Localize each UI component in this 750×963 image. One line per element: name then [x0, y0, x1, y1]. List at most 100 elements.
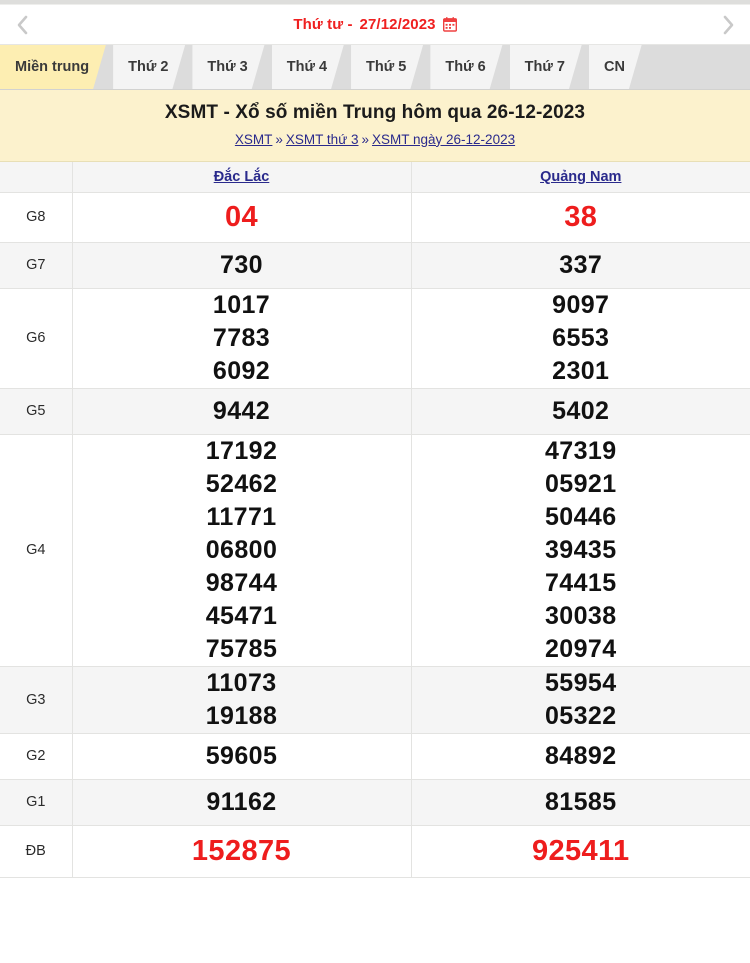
- table-row: G6101777836092909765532301: [0, 288, 750, 388]
- number-group: 59605: [73, 740, 411, 773]
- lottery-number: 2301: [412, 355, 750, 388]
- lottery-number: 5402: [412, 395, 750, 428]
- number-group: 1107319188: [73, 667, 411, 733]
- number-group: 47319059215044639435744153003820974: [412, 435, 750, 666]
- tab-label: Thứ 5: [366, 59, 406, 75]
- prize-column-header: [0, 162, 72, 192]
- tab-label: Thứ 2: [128, 59, 168, 75]
- table-row: ĐB152875925411: [0, 825, 750, 877]
- lottery-number: 337: [412, 249, 750, 282]
- prize-cell-quang-nam-g2: 84892: [411, 733, 750, 779]
- table-row: G7730337: [0, 242, 750, 288]
- breadcrumb-link-2[interactable]: XSMT thứ 3: [286, 132, 359, 147]
- previous-day-arrow-icon[interactable]: [2, 5, 42, 45]
- next-day-arrow-icon[interactable]: [708, 5, 748, 45]
- lottery-number: 925411: [412, 832, 750, 870]
- tab-thứ-6[interactable]: Thứ 6: [430, 45, 502, 89]
- prize-cell-quang-nam-g7: 337: [411, 242, 750, 288]
- prize-cell-quang-nam-g4: 47319059215044639435744153003820974: [411, 434, 750, 666]
- breadcrumb-link-1[interactable]: XSMT: [235, 132, 273, 147]
- tab-label: Thứ 6: [445, 59, 485, 75]
- prize-cell-quang-nam-db: 925411: [411, 825, 750, 877]
- tab-bar-filler: [649, 45, 750, 89]
- province-link-dac-lac[interactable]: Đắc Lắc: [214, 169, 270, 185]
- table-row: G80438: [0, 192, 750, 242]
- lottery-number: 74415: [412, 567, 750, 600]
- lottery-number: 84892: [412, 740, 750, 773]
- day-tab-bar: Miền trung Thứ 2 Thứ 3 Thứ 4 Thứ 5 Thứ 6 Thứ 7…: [0, 45, 750, 90]
- table-row: G594425402: [0, 388, 750, 434]
- lottery-number: 05322: [412, 700, 750, 733]
- prize-label-g2: G2: [0, 733, 72, 779]
- page-header-band: XSMT - Xổ số miền Trung hôm qua 26-12-20…: [0, 90, 750, 162]
- lottery-number: 50446: [412, 501, 750, 534]
- province-header-dac-lac: Đắc Lắc: [72, 162, 411, 192]
- number-group: 337: [412, 249, 750, 282]
- tab-thứ-5[interactable]: Thứ 5: [351, 45, 423, 89]
- prize-cell-dac-lac-g7: 730: [72, 242, 411, 288]
- table-row: G25960584892: [0, 733, 750, 779]
- tab-thứ-2[interactable]: Thứ 2: [113, 45, 185, 89]
- number-group: 5402: [412, 395, 750, 428]
- number-group: 730: [73, 249, 411, 282]
- prize-cell-dac-lac-g3: 1107319188: [72, 666, 411, 733]
- tab-label: Thứ 3: [207, 59, 247, 75]
- table-header-row: Đắc Lắc Quảng Nam: [0, 162, 750, 192]
- prize-label-g1: G1: [0, 779, 72, 825]
- number-group: 152875: [73, 832, 411, 870]
- tab-label: CN: [604, 59, 625, 75]
- tab-thứ-4[interactable]: Thứ 4: [272, 45, 344, 89]
- number-group: 84892: [412, 740, 750, 773]
- number-group: 17192524621177106800987444547175785: [73, 435, 411, 666]
- number-group: 5595405322: [412, 667, 750, 733]
- number-group: 38: [412, 198, 750, 236]
- tab-label: Thứ 7: [525, 59, 565, 75]
- table-row: G311073191885595405322: [0, 666, 750, 733]
- breadcrumb-separator: »: [361, 132, 369, 147]
- weekday-text: Thứ tư -: [293, 16, 352, 33]
- tab-thứ-3[interactable]: Thứ 3: [192, 45, 264, 89]
- prize-cell-quang-nam-g8: 38: [411, 192, 750, 242]
- table-row: G19116281585: [0, 779, 750, 825]
- table-row: G417192524621177106800987444547175785473…: [0, 434, 750, 666]
- prize-label-g3: G3: [0, 666, 72, 733]
- lottery-number: 17192: [73, 435, 411, 468]
- lottery-number: 152875: [73, 832, 411, 870]
- lottery-number: 91162: [73, 786, 411, 819]
- prize-cell-dac-lac-g6: 101777836092: [72, 288, 411, 388]
- date-text: 27/12/2023: [360, 16, 436, 33]
- prize-cell-quang-nam-g1: 81585: [411, 779, 750, 825]
- breadcrumb-separator: »: [275, 132, 283, 147]
- date-navigation-bar: Thứ tư - 27/12/2023: [0, 5, 750, 45]
- prize-cell-quang-nam-g3: 5595405322: [411, 666, 750, 733]
- prize-cell-dac-lac-db: 152875: [72, 825, 411, 877]
- tab-cn[interactable]: CN: [589, 45, 642, 89]
- breadcrumb: XSMT»XSMT thứ 3»XSMT ngày 26-12-2023: [0, 131, 750, 149]
- province-link-quang-nam[interactable]: Quảng Nam: [540, 169, 621, 185]
- prize-label-g4: G4: [0, 434, 72, 666]
- lottery-number: 11073: [73, 667, 411, 700]
- lottery-number: 04: [73, 198, 411, 236]
- prize-cell-dac-lac-g5: 9442: [72, 388, 411, 434]
- lottery-number: 52462: [73, 468, 411, 501]
- lottery-number: 1017: [73, 289, 411, 322]
- current-date-label: Thứ tư - 27/12/2023: [293, 16, 456, 33]
- lottery-number: 11771: [73, 501, 411, 534]
- province-header-quang-nam: Quảng Nam: [411, 162, 750, 192]
- number-group: 909765532301: [412, 289, 750, 388]
- lottery-number: 75785: [73, 633, 411, 666]
- breadcrumb-link-3[interactable]: XSMT ngày 26-12-2023: [372, 132, 515, 147]
- calendar-icon[interactable]: [443, 17, 457, 32]
- lottery-number: 9442: [73, 395, 411, 428]
- prize-label-db: ĐB: [0, 825, 72, 877]
- prize-label-g5: G5: [0, 388, 72, 434]
- lottery-number: 6553: [412, 322, 750, 355]
- lottery-number: 38: [412, 198, 750, 236]
- number-group: 9442: [73, 395, 411, 428]
- lottery-number: 81585: [412, 786, 750, 819]
- prize-cell-dac-lac-g2: 59605: [72, 733, 411, 779]
- prize-cell-dac-lac-g8: 04: [72, 192, 411, 242]
- tab-thứ-7[interactable]: Thứ 7: [510, 45, 582, 89]
- tab-miền-trung[interactable]: Miền trung: [0, 45, 106, 89]
- page-title: XSMT - Xổ số miền Trung hôm qua 26-12-20…: [0, 101, 750, 126]
